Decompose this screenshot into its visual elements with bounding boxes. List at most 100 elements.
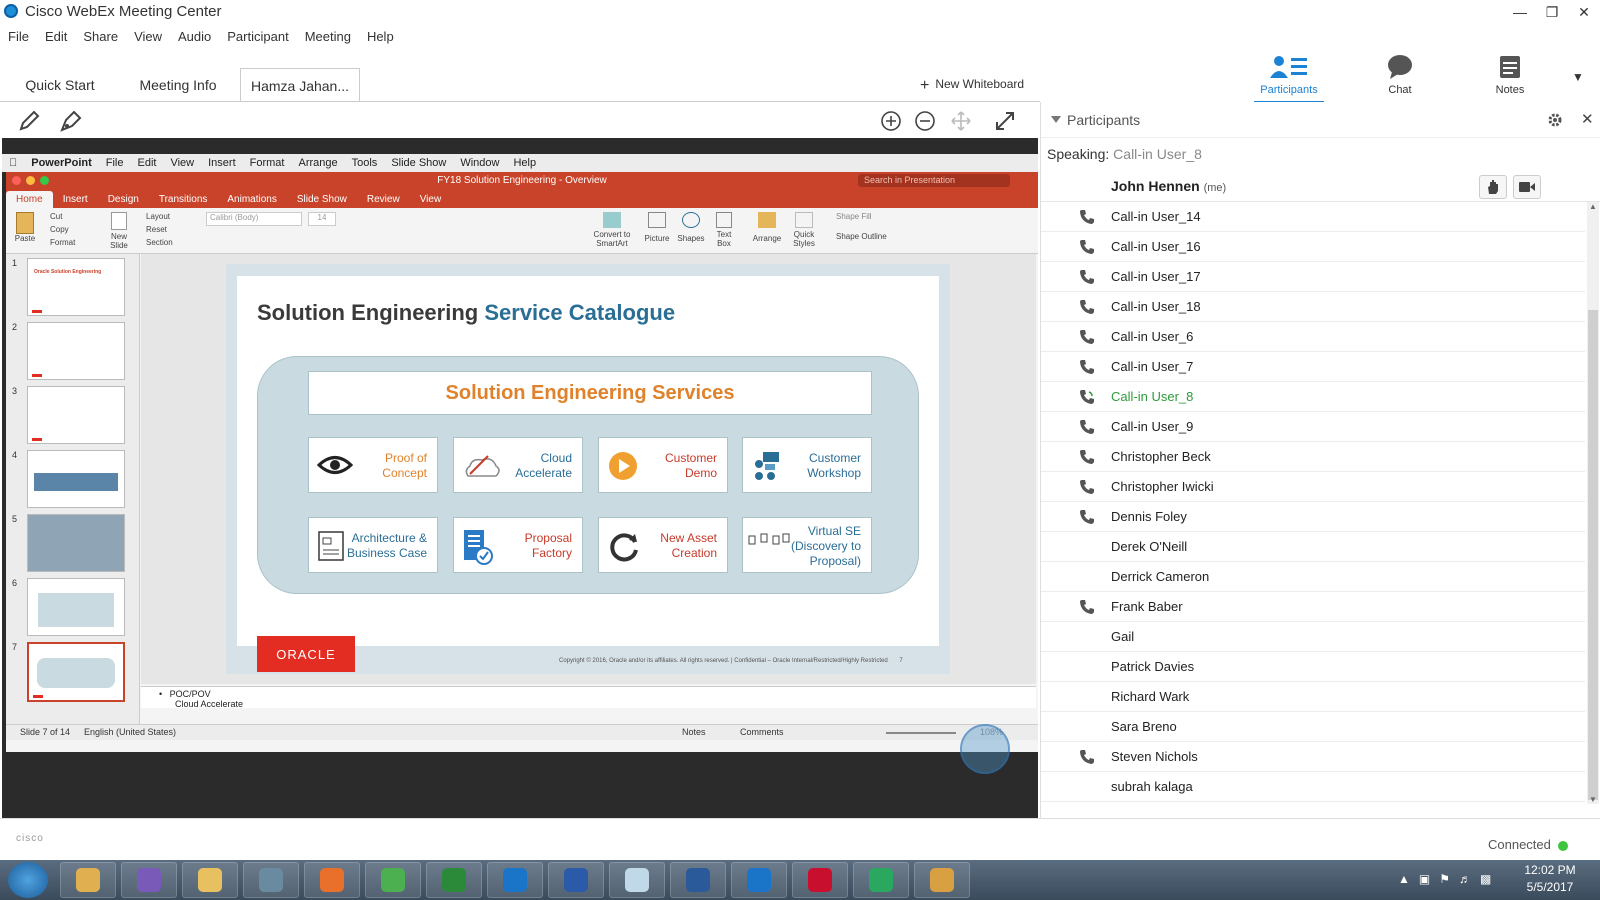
- menu-audio[interactable]: Audio: [178, 29, 211, 49]
- pen-icon[interactable]: [18, 110, 40, 132]
- chat-panel-button[interactable]: Chat: [1365, 54, 1435, 96]
- participant-name: Call-in User_18: [1111, 299, 1201, 314]
- participant-row[interactable]: Call-in User_18: [1041, 292, 1585, 322]
- tray-flag-icon[interactable]: ⚑: [1439, 872, 1450, 886]
- mac-menu-window: Window: [452, 157, 499, 169]
- scrollbar-thumb[interactable]: [1588, 310, 1598, 800]
- tab-quick-start[interactable]: Quick Start: [8, 68, 112, 102]
- participant-row[interactable]: Patrick Davies: [1041, 652, 1585, 682]
- participant-row[interactable]: Gail: [1041, 622, 1585, 652]
- participant-row[interactable]: Dennis Foley: [1041, 502, 1585, 532]
- excel-icon[interactable]: [426, 862, 482, 898]
- chrome-icon[interactable]: [365, 862, 421, 898]
- tray-device-icon[interactable]: ▣: [1419, 872, 1430, 886]
- slide-thumbnail-3: [27, 386, 125, 444]
- gear-icon[interactable]: [1547, 112, 1563, 128]
- chat-icon: [1388, 55, 1412, 79]
- raise-hand-button[interactable]: [1479, 175, 1507, 199]
- menu-view[interactable]: View: [134, 29, 162, 49]
- ppt-quick-styles: Quick Styles: [790, 212, 818, 248]
- thumb-number: 4: [12, 450, 18, 460]
- participant-row[interactable]: Call-in User_14: [1041, 202, 1585, 232]
- menu-participant[interactable]: Participant: [227, 29, 288, 49]
- participant-scrollbar[interactable]: ▲ ▼: [1587, 202, 1599, 804]
- collapse-triangle-icon[interactable]: [1051, 116, 1061, 123]
- notes-panel-button[interactable]: Notes: [1475, 54, 1545, 96]
- participant-me[interactable]: John Hennen (me): [1041, 172, 1600, 202]
- participant-row[interactable]: subrah kalaga: [1041, 772, 1585, 802]
- participant-row[interactable]: Call-in User_7: [1041, 352, 1585, 382]
- zoom-out-icon[interactable]: [914, 110, 936, 132]
- outlook-icon[interactable]: [60, 862, 116, 898]
- participant-row[interactable]: Derrick Cameron: [1041, 562, 1585, 592]
- participant-row[interactable]: Christopher Iwicki: [1041, 472, 1585, 502]
- explorer-icon[interactable]: [182, 862, 238, 898]
- architecture-icon: [318, 531, 344, 561]
- firefox-icon[interactable]: [304, 862, 360, 898]
- ppt-tab-review: Review: [366, 194, 400, 205]
- participants-panel: Participants ✕ Speaking: Call-in User_8 …: [1040, 102, 1600, 818]
- participants-header-title: Participants: [1067, 112, 1141, 128]
- participant-row[interactable]: Call-in User_9: [1041, 412, 1585, 442]
- system-clock[interactable]: 12:02 PM 5/5/2017: [1510, 862, 1590, 896]
- database-icon[interactable]: [243, 862, 299, 898]
- participant-row[interactable]: Call-in User_16: [1041, 232, 1585, 262]
- menu-help[interactable]: Help: [367, 29, 394, 49]
- participants-panel-button[interactable]: Participants: [1254, 54, 1324, 104]
- mac-menu-tools: Tools: [343, 157, 378, 169]
- close-panel-icon[interactable]: ✕: [1581, 110, 1594, 128]
- toolbar-dropdown-icon[interactable]: ▼: [1572, 70, 1584, 84]
- menu-meeting[interactable]: Meeting: [305, 29, 351, 49]
- service-label: Customer Workshop: [807, 451, 861, 480]
- video-button[interactable]: [1513, 175, 1541, 199]
- participant-row[interactable]: Call-in User_6: [1041, 322, 1585, 352]
- thumb-number: 5: [12, 514, 18, 524]
- menu-edit[interactable]: Edit: [45, 29, 67, 49]
- app-icon[interactable]: [670, 862, 726, 898]
- clock-date: 5/5/2017: [1526, 880, 1574, 894]
- notepad-icon[interactable]: [609, 862, 665, 898]
- participant-row[interactable]: Sara Breno: [1041, 712, 1585, 742]
- participant-name: Christopher Iwicki: [1111, 479, 1214, 494]
- word-icon[interactable]: [548, 862, 604, 898]
- participant-row[interactable]: Call-in User_17: [1041, 262, 1585, 292]
- tray-arrow-icon[interactable]: ▲: [1398, 872, 1410, 886]
- mac-menu-bar:  PowerPoint File Edit View Insert Forma…: [2, 154, 1038, 172]
- pan-icon[interactable]: [950, 110, 972, 132]
- tab-shared-content[interactable]: Hamza Jahan...: [240, 68, 360, 102]
- participant-row[interactable]: Christopher Beck: [1041, 442, 1585, 472]
- participant-row[interactable]: Richard Wark: [1041, 682, 1585, 712]
- ie-icon[interactable]: [731, 862, 787, 898]
- start-orb-icon[interactable]: [8, 862, 48, 898]
- workshop-icon: [755, 452, 779, 480]
- ppt-textbox: Text Box: [712, 212, 736, 248]
- fullscreen-icon[interactable]: [994, 110, 1016, 132]
- menu-share[interactable]: Share: [83, 29, 118, 49]
- ppt-layout-group: Layout Reset Section: [146, 212, 173, 247]
- new-whiteboard-button[interactable]: + New Whiteboard: [920, 77, 1024, 95]
- close-button[interactable]: ✕: [1568, 0, 1600, 24]
- webex-icon[interactable]: [853, 862, 909, 898]
- title-bar: Cisco WebEx Meeting Center — ❐ ✕: [0, 0, 1600, 24]
- ppt-status-bar: Slide 7 of 14 English (United States) No…: [6, 724, 1038, 740]
- service-label: Proof of Concept: [382, 451, 427, 480]
- tray-volume-icon[interactable]: ♬: [1459, 872, 1471, 886]
- pidgin-icon[interactable]: [121, 862, 177, 898]
- participant-row[interactable]: Derek O'Neill: [1041, 532, 1585, 562]
- minimize-button[interactable]: —: [1504, 0, 1536, 24]
- tray-network-icon[interactable]: ▩: [1480, 872, 1491, 886]
- participant-name: Frank Baber: [1111, 599, 1183, 614]
- ppt-tab-transitions: Transitions: [158, 194, 208, 205]
- ie-icon[interactable]: [487, 862, 543, 898]
- maximize-button[interactable]: ❐: [1536, 0, 1568, 24]
- acrobat-icon[interactable]: [792, 862, 848, 898]
- participant-row[interactable]: Steven Nichols: [1041, 742, 1585, 772]
- menu-file[interactable]: File: [8, 29, 29, 49]
- participant-row[interactable]: Call-in User_8: [1041, 382, 1585, 412]
- participant-row[interactable]: Frank Baber: [1041, 592, 1585, 622]
- paint-icon[interactable]: [914, 862, 970, 898]
- zoom-in-icon[interactable]: [880, 110, 902, 132]
- annotate-icon[interactable]: [58, 110, 82, 134]
- ppt-size-box: 14: [308, 212, 336, 226]
- tab-meeting-info[interactable]: Meeting Info: [126, 68, 230, 102]
